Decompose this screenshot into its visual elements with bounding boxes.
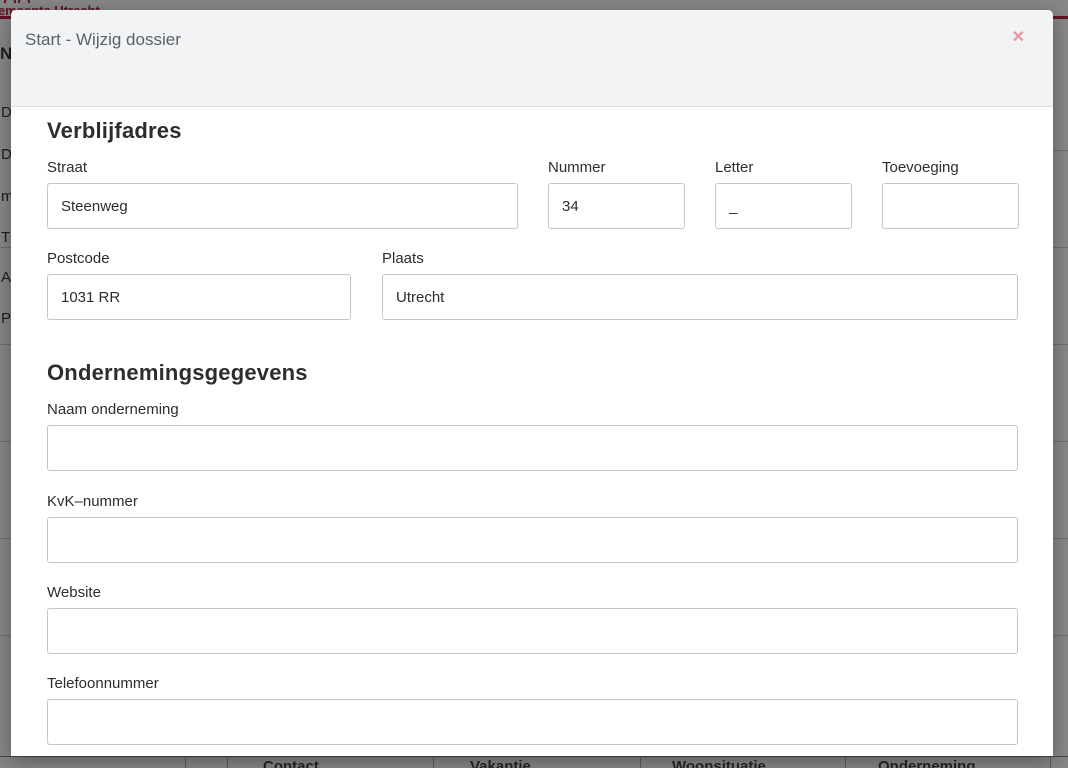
telefoonnummer-input[interactable] (47, 699, 1018, 745)
field-kvk-nummer: KvK–nummer (47, 494, 1018, 563)
letter-input[interactable] (715, 183, 852, 229)
postcode-input[interactable] (47, 274, 351, 320)
naam-onderneming-input[interactable] (47, 425, 1018, 471)
website-input[interactable] (47, 608, 1018, 654)
plaats-label: Plaats (382, 251, 1018, 267)
modal-close-button[interactable]: ✕ (1010, 28, 1027, 48)
field-website: Website (47, 585, 1018, 654)
straat-label: Straat (47, 160, 518, 176)
field-letter: Letter (715, 160, 852, 229)
nummer-input[interactable] (548, 183, 685, 229)
letter-label: Letter (715, 160, 852, 176)
modal-title: Start - Wijzig dossier (25, 30, 181, 50)
nummer-label: Nummer (548, 160, 685, 176)
telefoonnummer-label: Telefoonnummer (47, 676, 1018, 692)
modal-header: Start - Wijzig dossier ✕ (11, 10, 1053, 107)
section-heading-verblijfadres: Verblijfadres (47, 118, 182, 144)
postcode-label: Postcode (47, 251, 351, 267)
screen: gemeente Utrecht N D D m T A P Contact V… (0, 0, 1068, 768)
kvk-nummer-input[interactable] (47, 517, 1018, 563)
field-telefoonnummer: Telefoonnummer (47, 676, 1018, 745)
toevoeging-input[interactable] (882, 183, 1019, 229)
field-straat: Straat (47, 160, 518, 229)
field-postcode: Postcode (47, 251, 351, 320)
field-naam-onderneming: Naam onderneming (47, 402, 1018, 471)
naam-onderneming-label: Naam onderneming (47, 402, 1018, 418)
close-icon: ✕ (1012, 29, 1025, 46)
field-nummer: Nummer (548, 160, 685, 229)
wijzig-dossier-modal: Start - Wijzig dossier ✕ Verblijfadres S… (11, 10, 1053, 756)
section-heading-ondernemingsgegevens: Ondernemingsgegevens (47, 360, 308, 386)
field-plaats: Plaats (382, 251, 1018, 320)
kvk-nummer-label: KvK–nummer (47, 494, 1018, 510)
straat-input[interactable] (47, 183, 518, 229)
toevoeging-label: Toevoeging (882, 160, 1019, 176)
website-label: Website (47, 585, 1018, 601)
field-toevoeging: Toevoeging (882, 160, 1019, 229)
plaats-input[interactable] (382, 274, 1018, 320)
